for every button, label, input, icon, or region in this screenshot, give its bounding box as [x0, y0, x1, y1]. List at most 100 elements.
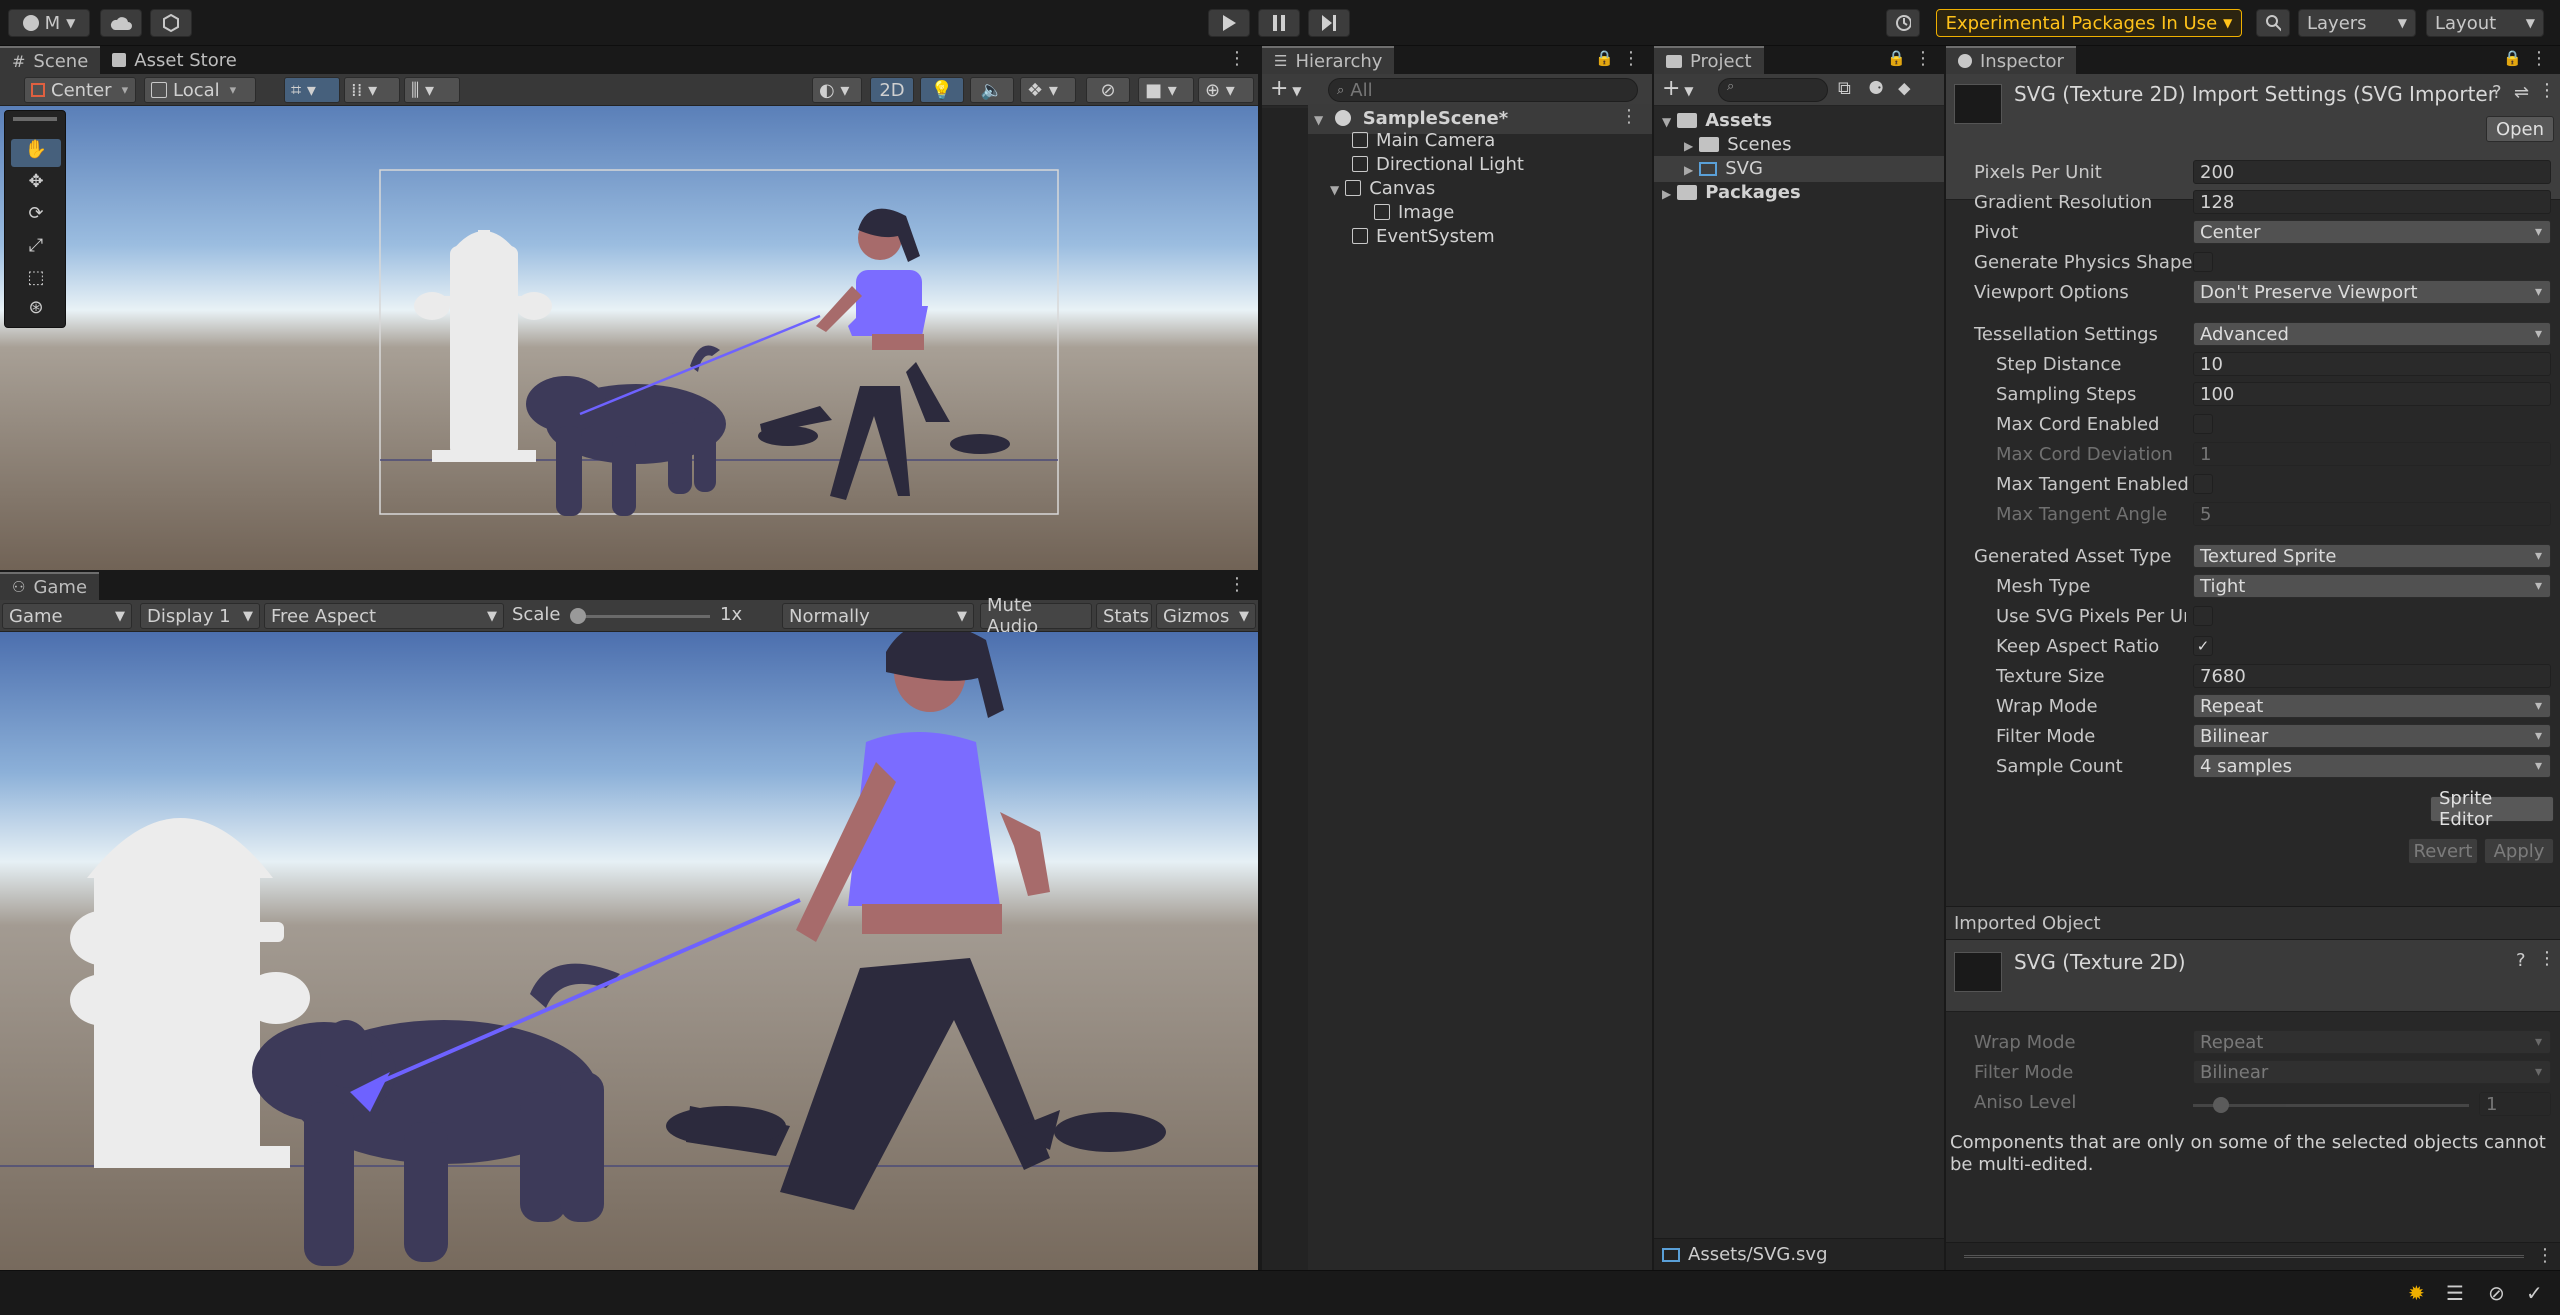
project-item-packages[interactable]: ▶ Packages	[1662, 182, 1801, 203]
tab-asset-store[interactable]: Asset Store	[100, 46, 249, 74]
pixels-per-unit-field[interactable]: 200	[2193, 160, 2551, 184]
kebab-icon[interactable]: ⋮	[1914, 48, 1932, 69]
hierarchy-item[interactable]: EventSystem	[1352, 226, 1495, 247]
camera-dropdown[interactable]: ■ ▾	[1138, 77, 1194, 103]
tab-game[interactable]: ⚇ Game	[0, 572, 100, 600]
add-button[interactable]: + ▼	[1662, 76, 1693, 101]
generate-physics-checkbox[interactable]	[2193, 252, 2213, 272]
mute-audio-toggle[interactable]: Mute Audio	[980, 595, 1092, 637]
scale-slider-knob[interactable]	[570, 608, 586, 624]
bug-icon[interactable]: ✹	[2408, 1281, 2425, 1305]
kebab-icon[interactable]: ⋮	[1622, 48, 1640, 69]
step-distance-field[interactable]: 10	[2193, 352, 2551, 376]
help-icon[interactable]: ?	[2492, 82, 2502, 103]
lock-icon[interactable]: 🔒	[1887, 49, 1906, 67]
play-focus-dropdown[interactable]: Normally ▼	[782, 603, 974, 629]
gizmos-dropdown[interactable]: Gizmos ▼	[1156, 603, 1256, 629]
lighting-toggle[interactable]: 💡	[920, 77, 964, 103]
stats-toggle[interactable]: Stats	[1096, 603, 1152, 629]
sample-count-dropdown[interactable]: 4 samples	[2193, 754, 2551, 778]
tab-hierarchy[interactable]: ☰ Hierarchy	[1262, 46, 1395, 74]
add-button[interactable]: + ▼	[1270, 76, 1301, 101]
help-icon[interactable]: ?	[2516, 950, 2526, 971]
filter-by-type-icon[interactable]: ⧉	[1838, 78, 1851, 99]
layout-dropdown[interactable]: Layout ▼	[2426, 9, 2544, 37]
asset-type-dropdown[interactable]: Textured Sprite	[2193, 544, 2551, 568]
hierarchy-item[interactable]: Image	[1374, 202, 1454, 223]
kebab-icon[interactable]: ⋮	[2530, 48, 2548, 69]
tab-scene[interactable]: # Scene	[0, 46, 101, 74]
scene-viewport[interactable]: ✋ ✥ ⟳ ⤢ ⬚ ⊛	[0, 106, 1258, 570]
audio-toggle[interactable]: 🔈	[970, 77, 1014, 103]
max-cord-enabled-checkbox[interactable]	[2193, 414, 2213, 434]
layers-dropdown[interactable]: Layers ▼	[2298, 9, 2416, 37]
play-button[interactable]	[1208, 9, 1250, 37]
experimental-packages-button[interactable]: Experimental Packages In Use ▼	[1936, 9, 2242, 37]
aspect-dropdown[interactable]: Free Aspect ▼	[264, 603, 504, 629]
visibility-toggle[interactable]: ⊘	[1086, 77, 1130, 103]
game-view-dropdown[interactable]: Game ▼	[2, 603, 132, 629]
max-tangent-enabled-checkbox[interactable]	[2193, 474, 2213, 494]
wrap-mode-dropdown[interactable]: Repeat	[2193, 694, 2551, 718]
effects-dropdown[interactable]: ❖ ▾	[1020, 77, 1076, 103]
draw-mode-dropdown[interactable]: ◐ ▾	[812, 77, 862, 103]
gradient-resolution-field[interactable]: 128	[2193, 190, 2551, 214]
viewport-options-dropdown[interactable]: Don't Preserve Viewport	[2193, 280, 2551, 304]
drag-handle[interactable]	[13, 117, 57, 121]
pivot-mode-dropdown[interactable]: Center	[24, 77, 136, 103]
kebab-icon[interactable]: ⋮	[2538, 948, 2556, 969]
kebab-icon[interactable]: ⋮	[1620, 106, 1638, 127]
search-button[interactable]	[2256, 9, 2290, 37]
layers-stack-icon[interactable]: ☰	[2446, 1281, 2464, 1305]
sampling-steps-field[interactable]: 100	[2193, 382, 2551, 406]
grid-snap-button[interactable]: ⌗ ▾	[284, 77, 340, 103]
project-item-svg[interactable]: ▶ SVG	[1654, 156, 1944, 182]
revert-button[interactable]: Revert	[2408, 838, 2478, 864]
step-button[interactable]	[1308, 9, 1350, 37]
account-button[interactable]: M ▼	[8, 9, 90, 37]
collab-button[interactable]	[150, 9, 192, 37]
transform-tool[interactable]: ⊛	[11, 297, 61, 325]
history-button[interactable]	[1886, 9, 1920, 37]
pivot-rotation-dropdown[interactable]: Local	[144, 77, 256, 103]
scale-slider[interactable]	[570, 608, 710, 624]
preset-icon[interactable]: ⇌	[2514, 82, 2529, 103]
sprite-editor-button[interactable]: Sprite Editor	[2430, 788, 2554, 830]
2d-toggle[interactable]: 2D	[870, 77, 914, 103]
move-tool[interactable]: ✥	[11, 171, 61, 199]
preview-drag-handle[interactable]	[1964, 1255, 2524, 1258]
pivot-dropdown[interactable]: Center	[2193, 220, 2551, 244]
pause-button[interactable]	[1258, 9, 1300, 37]
gizmos-dropdown[interactable]: ⊕ ▾	[1198, 77, 1254, 103]
lock-icon[interactable]: 🔒	[2503, 49, 2522, 67]
network-icon[interactable]: ⊘	[2488, 1281, 2505, 1305]
project-search-input[interactable]: ⌕	[1718, 78, 1828, 102]
grid-visibility-button[interactable]: ⫼ ▾	[404, 77, 460, 103]
apply-button[interactable]: Apply	[2484, 838, 2554, 864]
hierarchy-item[interactable]: Directional Light	[1352, 154, 1524, 175]
game-viewport[interactable]	[0, 632, 1258, 1270]
rect-tool[interactable]: ⬚	[11, 267, 61, 295]
kebab-icon[interactable]: ⋮	[1228, 48, 1246, 69]
display-dropdown[interactable]: Display 1 ▼	[140, 603, 260, 629]
hierarchy-search-input[interactable]: ⌕ All	[1328, 78, 1638, 102]
preview-bar[interactable]: ⋮	[1946, 1242, 2560, 1270]
tag-icon[interactable]: ⬥	[1898, 78, 1911, 99]
tab-project[interactable]: Project	[1654, 46, 1764, 74]
hierarchy-item[interactable]: ▼ Canvas	[1330, 178, 1435, 199]
mesh-type-dropdown[interactable]: Tight	[2193, 574, 2551, 598]
filter-mode-dropdown[interactable]: Bilinear	[2193, 724, 2551, 748]
kebab-icon[interactable]: ⋮	[2538, 80, 2556, 101]
hand-tool[interactable]: ✋	[11, 139, 61, 167]
lock-icon[interactable]: 🔒	[1595, 49, 1614, 67]
tab-inspector[interactable]: Inspector	[1946, 46, 2076, 74]
project-item-scenes[interactable]: ▶ Scenes	[1684, 134, 1792, 155]
hierarchy-item[interactable]: Main Camera	[1352, 130, 1495, 151]
check-circle-icon[interactable]: ✓	[2526, 1281, 2543, 1305]
kebab-icon[interactable]: ⋮	[1228, 574, 1246, 595]
increment-snap-button[interactable]: ⁞⁞ ▾	[344, 77, 400, 103]
project-item-assets[interactable]: ▼ Assets	[1662, 110, 1772, 131]
filter-by-label-icon[interactable]: ⚈	[1868, 78, 1884, 99]
open-button[interactable]: Open	[2486, 116, 2554, 142]
rotate-tool[interactable]: ⟳	[11, 203, 61, 231]
